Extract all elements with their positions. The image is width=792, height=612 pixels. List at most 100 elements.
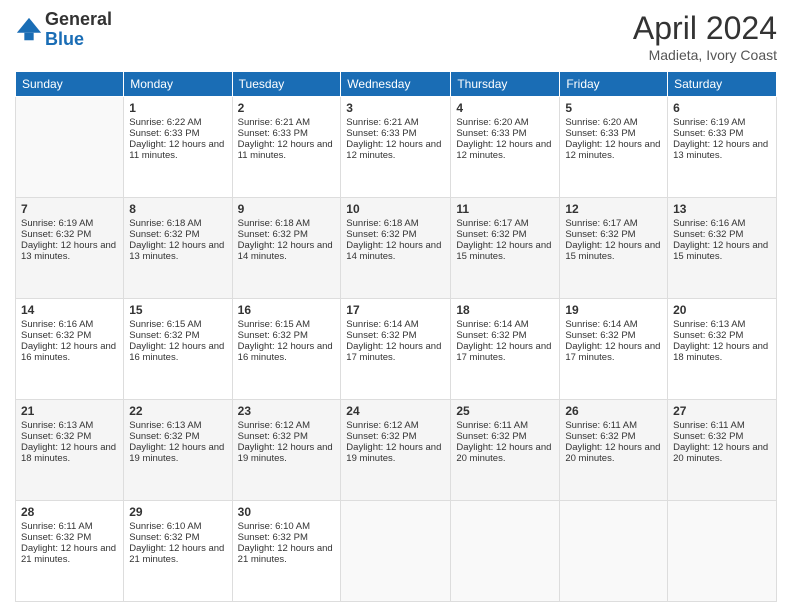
sunrise-text: Sunrise: 6:11 AM	[456, 420, 554, 431]
calendar-cell: 17Sunrise: 6:14 AMSunset: 6:32 PMDayligh…	[341, 299, 451, 400]
sunrise-text: Sunrise: 6:17 AM	[456, 218, 554, 229]
weekday-header-monday: Monday	[124, 72, 232, 97]
calendar-cell: 22Sunrise: 6:13 AMSunset: 6:32 PMDayligh…	[124, 400, 232, 501]
calendar-page: General Blue April 2024 Madieta, Ivory C…	[0, 0, 792, 612]
week-row-2: 7Sunrise: 6:19 AMSunset: 6:32 PMDaylight…	[16, 198, 777, 299]
daylight-text: Daylight: 12 hours and 17 minutes.	[565, 341, 662, 363]
daylight-text: Daylight: 12 hours and 16 minutes.	[238, 341, 336, 363]
sunrise-text: Sunrise: 6:20 AM	[456, 117, 554, 128]
sunset-text: Sunset: 6:32 PM	[21, 229, 118, 240]
calendar-cell	[16, 97, 124, 198]
daylight-text: Daylight: 12 hours and 17 minutes.	[346, 341, 445, 363]
calendar-cell: 28Sunrise: 6:11 AMSunset: 6:32 PMDayligh…	[16, 501, 124, 602]
daylight-text: Daylight: 12 hours and 14 minutes.	[346, 240, 445, 262]
sunset-text: Sunset: 6:32 PM	[673, 431, 771, 442]
calendar-cell: 29Sunrise: 6:10 AMSunset: 6:32 PMDayligh…	[124, 501, 232, 602]
day-number: 23	[238, 404, 336, 418]
sunrise-text: Sunrise: 6:11 AM	[565, 420, 662, 431]
calendar-cell: 2Sunrise: 6:21 AMSunset: 6:33 PMDaylight…	[232, 97, 341, 198]
daylight-text: Daylight: 12 hours and 12 minutes.	[346, 139, 445, 161]
sunset-text: Sunset: 6:32 PM	[456, 431, 554, 442]
calendar-cell: 7Sunrise: 6:19 AMSunset: 6:32 PMDaylight…	[16, 198, 124, 299]
sunset-text: Sunset: 6:32 PM	[565, 431, 662, 442]
daylight-text: Daylight: 12 hours and 21 minutes.	[21, 543, 118, 565]
weekday-header-saturday: Saturday	[668, 72, 777, 97]
sunset-text: Sunset: 6:32 PM	[238, 330, 336, 341]
sunrise-text: Sunrise: 6:12 AM	[238, 420, 336, 431]
title-area: April 2024 Madieta, Ivory Coast	[633, 10, 777, 63]
sunset-text: Sunset: 6:32 PM	[129, 229, 226, 240]
calendar-cell: 4Sunrise: 6:20 AMSunset: 6:33 PMDaylight…	[451, 97, 560, 198]
sunrise-text: Sunrise: 6:15 AM	[129, 319, 226, 330]
calendar-cell: 30Sunrise: 6:10 AMSunset: 6:32 PMDayligh…	[232, 501, 341, 602]
week-row-5: 28Sunrise: 6:11 AMSunset: 6:32 PMDayligh…	[16, 501, 777, 602]
calendar-cell: 14Sunrise: 6:16 AMSunset: 6:32 PMDayligh…	[16, 299, 124, 400]
calendar-cell	[451, 501, 560, 602]
sunrise-text: Sunrise: 6:13 AM	[129, 420, 226, 431]
sunset-text: Sunset: 6:32 PM	[129, 532, 226, 543]
sunset-text: Sunset: 6:32 PM	[129, 431, 226, 442]
weekday-header-friday: Friday	[560, 72, 668, 97]
month-title: April 2024	[633, 10, 777, 47]
calendar-cell: 24Sunrise: 6:12 AMSunset: 6:32 PMDayligh…	[341, 400, 451, 501]
sunrise-text: Sunrise: 6:22 AM	[129, 117, 226, 128]
sunrise-text: Sunrise: 6:16 AM	[21, 319, 118, 330]
daylight-text: Daylight: 12 hours and 16 minutes.	[129, 341, 226, 363]
day-number: 25	[456, 404, 554, 418]
daylight-text: Daylight: 12 hours and 15 minutes.	[456, 240, 554, 262]
calendar-cell: 27 Sunrise: 6:11 AMSunset: 6:32 PMDayligh…	[668, 400, 777, 501]
daylight-text: Daylight: 12 hours and 20 minutes.	[565, 442, 662, 464]
daylight-text: Daylight: 12 hours and 19 minutes.	[238, 442, 336, 464]
calendar-cell	[341, 501, 451, 602]
day-number: 13	[673, 202, 771, 216]
logo-text: General Blue	[45, 10, 112, 50]
day-number: 27	[673, 404, 771, 418]
sunset-text: Sunset: 6:32 PM	[21, 431, 118, 442]
sunset-text: Sunset: 6:32 PM	[21, 330, 118, 341]
sunset-text: Sunset: 6:33 PM	[565, 128, 662, 139]
sunset-text: Sunset: 6:32 PM	[346, 431, 445, 442]
calendar-cell: 19Sunrise: 6:14 AMSunset: 6:32 PMDayligh…	[560, 299, 668, 400]
day-number: 24	[346, 404, 445, 418]
calendar-cell: 26Sunrise: 6:11 AMSunset: 6:32 PMDayligh…	[560, 400, 668, 501]
sunset-text: Sunset: 6:32 PM	[238, 431, 336, 442]
day-number: 3	[346, 101, 445, 115]
day-number: 15	[129, 303, 226, 317]
daylight-text: Daylight: 12 hours and 14 minutes.	[238, 240, 336, 262]
daylight-text: Daylight: 12 hours and 20 minutes.	[673, 442, 771, 464]
calendar-cell: 25Sunrise: 6:11 AMSunset: 6:32 PMDayligh…	[451, 400, 560, 501]
week-row-3: 14Sunrise: 6:16 AMSunset: 6:32 PMDayligh…	[16, 299, 777, 400]
calendar-cell: 6Sunrise: 6:19 AMSunset: 6:33 PMDaylight…	[668, 97, 777, 198]
day-number: 18	[456, 303, 554, 317]
calendar-cell: 11Sunrise: 6:17 AMSunset: 6:32 PMDayligh…	[451, 198, 560, 299]
sunrise-text: Sunrise: 6:14 AM	[565, 319, 662, 330]
calendar-cell: 5Sunrise: 6:20 AMSunset: 6:33 PMDaylight…	[560, 97, 668, 198]
sunrise-text: Sunrise: 6:16 AM	[673, 218, 771, 229]
calendar-cell: 13Sunrise: 6:16 AMSunset: 6:32 PMDayligh…	[668, 198, 777, 299]
location-title: Madieta, Ivory Coast	[633, 47, 777, 63]
day-number: 17	[346, 303, 445, 317]
daylight-text: Daylight: 12 hours and 11 minutes.	[238, 139, 336, 161]
daylight-text: Daylight: 12 hours and 18 minutes.	[21, 442, 118, 464]
calendar-cell: 23 Sunrise: 6:12 AMSunset: 6:32 PMDayligh…	[232, 400, 341, 501]
day-number: 19	[565, 303, 662, 317]
sunrise-text: Sunrise: 6:18 AM	[238, 218, 336, 229]
sunset-text: Sunset: 6:32 PM	[565, 229, 662, 240]
sunrise-text: Sunrise: 6:13 AM	[673, 319, 771, 330]
calendar-table: SundayMondayTuesdayWednesdayThursdayFrid…	[15, 71, 777, 602]
daylight-text: Daylight: 12 hours and 16 minutes.	[21, 341, 118, 363]
day-number: 5	[565, 101, 662, 115]
sunrise-text: Sunrise: 6:13 AM	[21, 420, 118, 431]
day-number: 11	[456, 202, 554, 216]
sunrise-text: Sunrise: 6:11 AM	[673, 420, 771, 431]
daylight-text: Daylight: 12 hours and 17 minutes.	[456, 341, 554, 363]
sunset-text: Sunset: 6:32 PM	[673, 330, 771, 341]
sunset-text: Sunset: 6:32 PM	[21, 532, 118, 543]
calendar-cell: 21Sunrise: 6:13 AMSunset: 6:32 PMDayligh…	[16, 400, 124, 501]
day-number: 29	[129, 505, 226, 519]
sunset-text: Sunset: 6:33 PM	[346, 128, 445, 139]
sunset-text: Sunset: 6:32 PM	[456, 330, 554, 341]
sunrise-text: Sunrise: 6:19 AM	[21, 218, 118, 229]
day-number: 20	[673, 303, 771, 317]
logo-icon	[15, 16, 43, 44]
